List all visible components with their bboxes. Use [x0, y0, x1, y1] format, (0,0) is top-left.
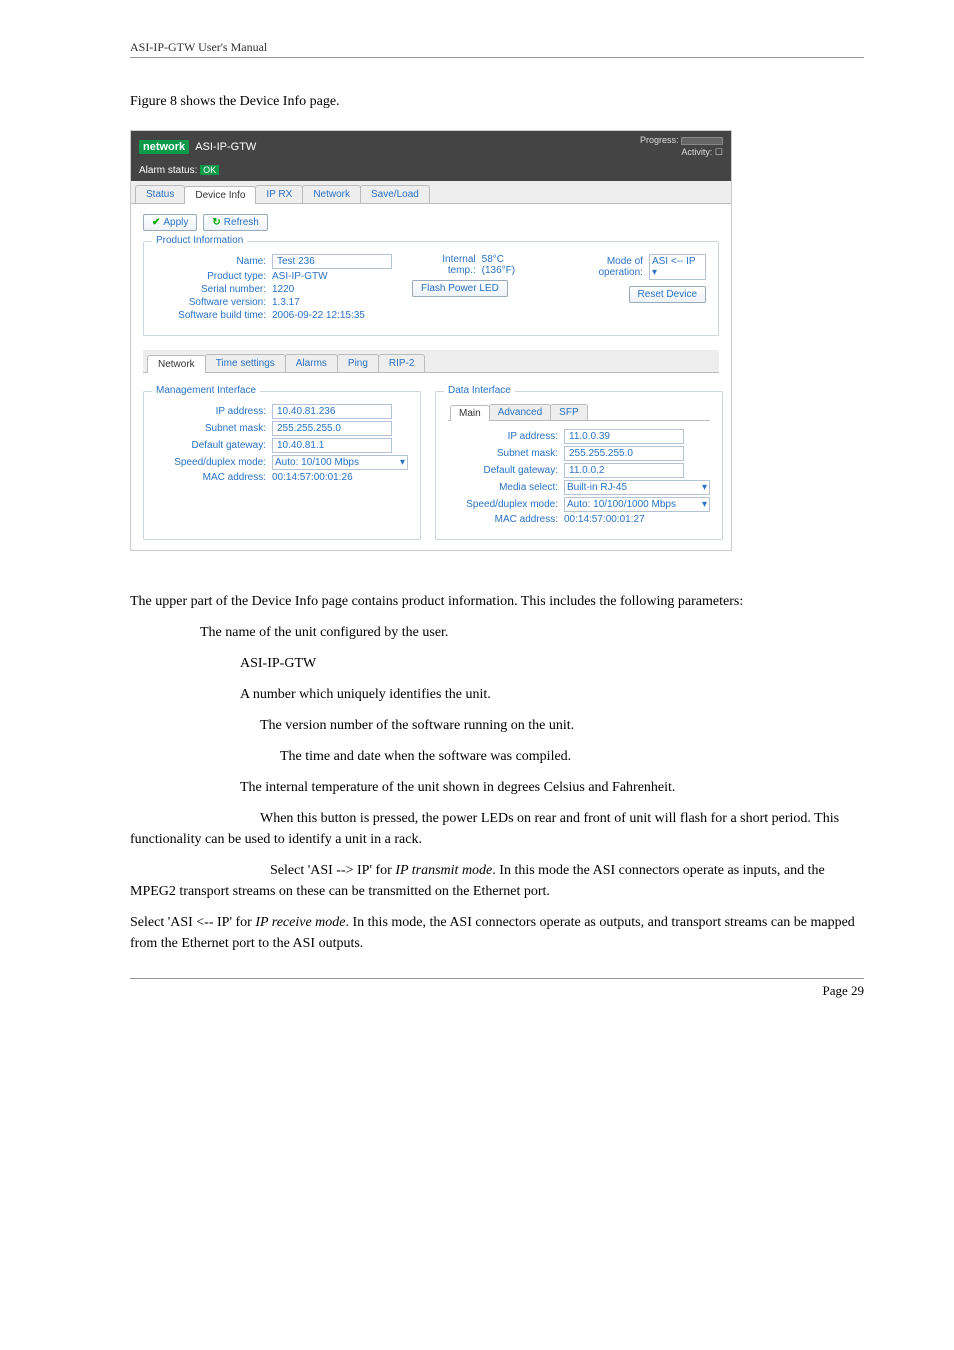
data-tab-main[interactable]: Main [450, 405, 490, 421]
mode-select[interactable]: ASI <-- IP ▾ [649, 254, 706, 280]
data-mac-value: 00:14:57:00:01:27 [564, 514, 645, 525]
subtab-time[interactable]: Time settings [205, 354, 286, 372]
build-value: 2006-09-22 12:15:35 [272, 310, 365, 321]
chevron-down-icon: ▾ [702, 499, 707, 510]
mgmt-gw-label: Default gateway: [156, 440, 266, 451]
data-ip-input[interactable] [564, 429, 684, 444]
alarm-bar: Alarm status: OK [131, 162, 731, 181]
check-icon: ✔ [152, 217, 160, 228]
ptype-value: ASI-IP-GTW [272, 271, 328, 282]
data-tabs: Main Advanced SFP [448, 402, 710, 421]
param-type: ASI-IP-GTW [130, 653, 864, 674]
refresh-icon: ↻ [212, 217, 220, 228]
mgmt-ip-label: IP address: [156, 406, 266, 417]
apply-button[interactable]: ✔Apply [143, 214, 197, 231]
tab-network[interactable]: Network [302, 185, 361, 203]
progress-bar [681, 137, 723, 145]
param-build: The time and date when the software was … [130, 746, 864, 767]
tab-status[interactable]: Status [135, 185, 185, 203]
temp-label: Internal temp.: [412, 254, 476, 276]
temp-value: 58°C (136°F) [482, 254, 540, 276]
chevron-down-icon: ▾ [652, 267, 657, 278]
data-mac-label: MAC address: [448, 514, 558, 525]
data-mask-input[interactable] [564, 446, 684, 461]
mgmt-gw-input[interactable] [272, 438, 392, 453]
param-mode-a: Select 'ASI --> IP' for IP transmit mode… [130, 860, 864, 902]
mgmt-speed-label: Speed/duplex mode: [156, 457, 266, 468]
tab-iprx[interactable]: IP RX [255, 185, 303, 203]
param-temp: The internal temperature of the unit sho… [130, 777, 864, 798]
data-tab-sfp[interactable]: SFP [550, 404, 587, 420]
app-title-bar: network ASI-IP-GTW Progress: Activity: ☐ [131, 131, 731, 162]
ptype-label: Product type: [156, 271, 266, 282]
param-mode-b: Select 'ASI <-- IP' for IP receive mode.… [130, 912, 864, 954]
data-interface-group: Data Interface Main Advanced SFP IP addr… [435, 391, 723, 540]
tab-save-load[interactable]: Save/Load [360, 185, 430, 203]
mgmt-legend: Management Interface [152, 385, 260, 396]
name-input[interactable] [272, 254, 392, 269]
mgmt-interface-group: Management Interface IP address: Subnet … [143, 391, 421, 540]
alarm-status-badge: OK [200, 165, 219, 175]
product-info-group: Product Information Name: Product type: … [143, 241, 719, 336]
build-label: Software build time: [156, 310, 266, 321]
data-mask-label: Subnet mask: [448, 448, 558, 459]
mgmt-mac-label: MAC address: [156, 472, 266, 483]
param-swver: The version number of the software runni… [130, 715, 864, 736]
subtab-alarms[interactable]: Alarms [285, 354, 338, 372]
serial-value: 1220 [272, 284, 294, 295]
mgmt-mask-label: Subnet mask: [156, 423, 266, 434]
mgmt-mac-value: 00:14:57:00:01:26 [272, 472, 353, 483]
name-label: Name: [156, 256, 266, 267]
subtab-ping[interactable]: Ping [337, 354, 379, 372]
serial-label: Serial number: [156, 284, 266, 295]
data-media-label: Media select: [448, 482, 558, 493]
mode-label: Mode of operation: [560, 256, 643, 278]
data-gw-label: Default gateway: [448, 465, 558, 476]
chevron-down-icon: ▾ [400, 457, 405, 468]
main-tabs: Status Device Info IP RX Network Save/Lo… [131, 181, 731, 204]
product-title: ASI-IP-GTW [195, 141, 256, 153]
refresh-button[interactable]: ↻Refresh [203, 214, 267, 231]
data-gw-input[interactable] [564, 463, 684, 478]
param-name: The name of the unit configured by the u… [130, 622, 864, 643]
param-serial: A number which uniquely identifies the u… [130, 684, 864, 705]
logo: network [139, 140, 189, 154]
swver-value: 1.3.17 [272, 297, 300, 308]
intro-paragraph: The upper part of the Device Info page c… [130, 591, 864, 612]
mgmt-mask-input[interactable] [272, 421, 392, 436]
page-footer: Page 29 [130, 978, 864, 999]
mgmt-speed-select[interactable]: Auto: 10/100 Mbps▾ [272, 455, 408, 470]
screenshot-container: network ASI-IP-GTW Progress: Activity: ☐… [130, 130, 732, 551]
mgmt-ip-input[interactable] [272, 404, 392, 419]
param-flash: When this button is pressed, the power L… [130, 808, 864, 850]
data-tab-advanced[interactable]: Advanced [489, 404, 551, 420]
alarm-status-label: Alarm status: [139, 165, 197, 176]
data-speed-select[interactable]: Auto: 10/100/1000 Mbps▾ [564, 497, 710, 512]
swver-label: Software version: [156, 297, 266, 308]
product-info-legend: Product Information [152, 235, 247, 246]
figure-caption: Figure 8 shows the Device Info page. [130, 94, 864, 110]
activity-indicator: ☐ [715, 147, 723, 157]
data-speed-label: Speed/duplex mode: [448, 499, 558, 510]
chevron-down-icon: ▾ [702, 482, 707, 493]
tab-device-info[interactable]: Device Info [184, 186, 256, 204]
sub-tabs: Network Time settings Alarms Ping RIP-2 [143, 350, 719, 373]
flash-led-button[interactable]: Flash Power LED [412, 280, 508, 297]
data-legend: Data Interface [444, 385, 515, 396]
subtab-rip[interactable]: RIP-2 [378, 354, 426, 372]
subtab-network[interactable]: Network [147, 355, 206, 373]
progress-label: Progress: [640, 135, 679, 145]
activity-label: Activity: [681, 147, 712, 157]
doc-header: ASI-IP-GTW User's Manual [130, 40, 864, 58]
data-media-select[interactable]: Built-in RJ-45▾ [564, 480, 710, 495]
reset-device-button[interactable]: Reset Device [629, 286, 706, 303]
data-ip-label: IP address: [448, 431, 558, 442]
